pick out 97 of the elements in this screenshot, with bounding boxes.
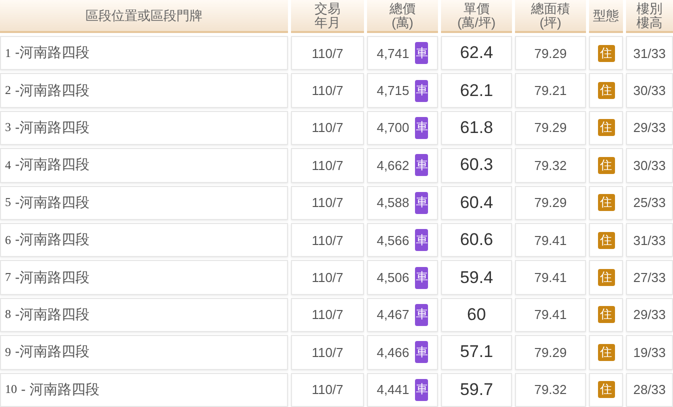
table-cell: 110/7 xyxy=(291,335,364,370)
table-cell: 62.1 xyxy=(441,73,512,108)
table-cell: 29/33 xyxy=(626,298,673,332)
type-badge: 住 xyxy=(598,344,614,361)
table-cell: 28/33 xyxy=(626,372,673,407)
table-cell: 110/7 xyxy=(291,222,364,258)
location-text: -河南路四段 xyxy=(15,306,90,324)
parking-badge: 車 xyxy=(415,192,428,214)
table-cell: 110/7 xyxy=(291,372,364,407)
row-number: 7 xyxy=(5,270,11,286)
table-cell: 110/7 xyxy=(291,186,364,220)
table-cell: 29/33 xyxy=(626,110,673,146)
location-text: -河南路四段 xyxy=(15,268,90,287)
table-cell: 79.29 xyxy=(515,335,586,370)
location-text: -河南路四段 xyxy=(15,118,90,137)
parking-badge: 車 xyxy=(415,42,428,64)
table-cell: 79.32 xyxy=(515,372,586,407)
row-number: 10 xyxy=(5,382,17,398)
column-header: 交易年月 xyxy=(291,0,364,33)
table-cell: 61.8 xyxy=(441,110,512,146)
type-badge: 住 xyxy=(598,82,614,100)
parking-badge: 車 xyxy=(415,116,428,139)
table-cell: 79.32 xyxy=(515,148,586,183)
parking-badge: 車 xyxy=(415,80,428,102)
price-text: 4,715 xyxy=(376,83,410,98)
price-text: 4,662 xyxy=(376,158,410,173)
table-cell: 30/33 xyxy=(626,148,673,183)
type-badge: 住 xyxy=(598,269,614,286)
column-header: 總價 (萬) xyxy=(367,0,438,33)
table-cell: 31/33 xyxy=(626,36,673,70)
location-text: -河南路四段 xyxy=(15,343,90,362)
table-cell: 110/7 xyxy=(291,110,364,146)
parking-badge: 車 xyxy=(415,341,428,364)
price-text: 4,700 xyxy=(376,120,410,136)
price-text: 4,467 xyxy=(376,307,410,322)
type-badge: 住 xyxy=(598,232,614,249)
price-text: 4,441 xyxy=(376,382,410,398)
table-cell: 110/7 xyxy=(291,298,364,332)
row-number: 2 xyxy=(5,83,11,98)
row-number: 3 xyxy=(5,120,11,136)
type-badge: 住 xyxy=(598,44,614,62)
table-cell: 110/7 xyxy=(291,36,364,70)
table-cell: 60.6 xyxy=(441,222,512,258)
table-cell: 27/33 xyxy=(626,260,673,295)
price-text: 4,566 xyxy=(376,232,410,248)
column-header: 區段位置或區段門牌 xyxy=(0,0,288,33)
parking-badge: 車 xyxy=(415,154,428,176)
table-cell: 60.3 xyxy=(441,148,512,183)
table-cell: 79.29 xyxy=(515,36,586,70)
location-text: -河南路四段 xyxy=(15,44,90,62)
location-text: - 河南路四段 xyxy=(21,380,100,399)
table-cell: 79.41 xyxy=(515,298,586,332)
type-badge: 住 xyxy=(598,306,614,324)
table-cell: 60 xyxy=(441,298,512,332)
table-cell: 57.1 xyxy=(441,335,512,370)
column-header: 單價 (萬/坪) xyxy=(441,0,512,33)
table-cell: 110/7 xyxy=(291,73,364,108)
type-badge: 住 xyxy=(598,119,614,136)
parking-badge: 車 xyxy=(415,304,428,326)
type-badge: 住 xyxy=(598,381,614,398)
table-cell: 59.4 xyxy=(441,260,512,295)
table-cell: 30/33 xyxy=(626,73,673,108)
price-text: 4,466 xyxy=(376,344,410,360)
table-cell: 79.41 xyxy=(515,260,586,295)
location-text: -河南路四段 xyxy=(15,231,90,250)
column-header: 型態 xyxy=(589,0,623,33)
table-cell: 79.29 xyxy=(515,110,586,146)
table-cell: 79.29 xyxy=(515,186,586,220)
row-number: 8 xyxy=(5,307,11,322)
table-cell: 25/33 xyxy=(626,186,673,220)
row-number: 4 xyxy=(5,158,11,173)
parking-badge: 車 xyxy=(415,229,428,252)
table-cell: 79.41 xyxy=(515,222,586,258)
row-number: 9 xyxy=(5,344,11,360)
table-cell: 110/7 xyxy=(291,260,364,295)
table-cell: 79.21 xyxy=(515,73,586,108)
parking-badge: 車 xyxy=(415,378,428,401)
price-text: 4,588 xyxy=(376,195,410,210)
column-header: 樓別樓高 xyxy=(626,0,673,33)
row-number: 6 xyxy=(5,232,11,248)
table-cell: 110/7 xyxy=(291,148,364,183)
location-text: -河南路四段 xyxy=(15,194,90,212)
location-text: -河南路四段 xyxy=(15,156,90,174)
table-cell: 59.7 xyxy=(441,372,512,407)
type-badge: 住 xyxy=(598,194,614,212)
column-header: 總面積 (坪) xyxy=(515,0,586,33)
price-text: 4,741 xyxy=(376,46,410,61)
table-cell: 62.4 xyxy=(441,36,512,70)
price-text: 4,506 xyxy=(376,270,410,286)
table-cell: 60.4 xyxy=(441,186,512,220)
row-number: 1 xyxy=(5,46,11,61)
location-text: -河南路四段 xyxy=(15,82,90,100)
type-badge: 住 xyxy=(598,156,614,174)
table-cell: 19/33 xyxy=(626,335,673,370)
parking-badge: 車 xyxy=(415,266,428,289)
row-number: 5 xyxy=(5,195,11,210)
table-cell: 31/33 xyxy=(626,222,673,258)
